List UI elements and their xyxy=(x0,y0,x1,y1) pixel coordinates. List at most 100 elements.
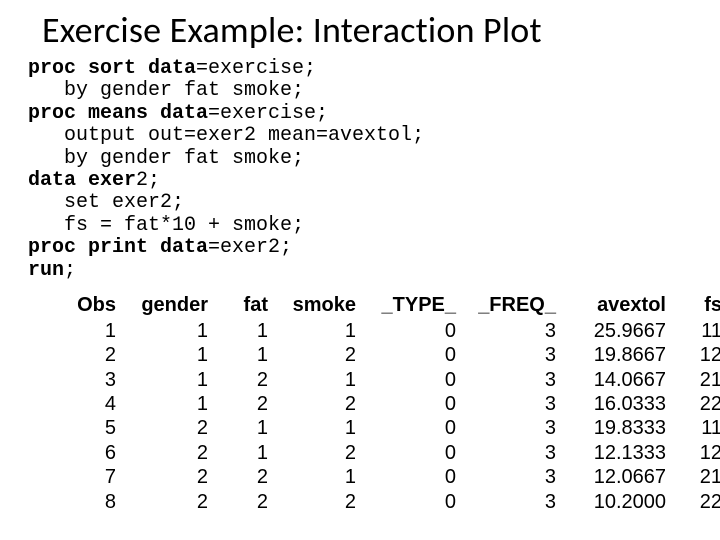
cell-obs: 4 xyxy=(62,392,126,416)
cell-fat: 1 xyxy=(218,319,278,343)
table-row: 31210314.066721 xyxy=(62,368,720,392)
table-row: 82220310.200022 xyxy=(62,490,720,514)
table-header-row: Obs gender fat smoke _TYPE_ _FREQ_ avext… xyxy=(62,294,720,319)
cell-obs: 7 xyxy=(62,465,126,489)
cell-type: 0 xyxy=(366,368,466,392)
cell-avextol: 12.1333 xyxy=(566,441,676,465)
cell-fs: 22 xyxy=(676,392,720,416)
cell-fat: 2 xyxy=(218,368,278,392)
code-text: 2; xyxy=(136,169,160,192)
cell-type: 0 xyxy=(366,392,466,416)
code-text: by gender fat smoke; xyxy=(28,79,304,102)
col-header-freq: _FREQ_ xyxy=(466,294,566,319)
cell-fat: 1 xyxy=(218,416,278,440)
sas-code-block: proc sort data=exercise; by gender fat s… xyxy=(28,58,692,282)
cell-smoke: 1 xyxy=(278,465,366,489)
code-text: =exercise; xyxy=(208,102,328,125)
cell-type: 0 xyxy=(366,319,466,343)
code-text: ; xyxy=(64,259,76,282)
cell-fat: 2 xyxy=(218,465,278,489)
cell-gender: 1 xyxy=(126,319,218,343)
cell-fat: 2 xyxy=(218,490,278,514)
code-kw: proc print data xyxy=(28,236,208,259)
output-table-wrap: Obs gender fat smoke _TYPE_ _FREQ_ avext… xyxy=(62,294,692,514)
cell-fs: 22 xyxy=(676,490,720,514)
table-row: 52110319.833311 xyxy=(62,416,720,440)
col-header-fs: fs xyxy=(676,294,720,319)
slide: Exercise Example: Interaction Plot proc … xyxy=(0,0,720,540)
code-text: 10 xyxy=(172,214,196,237)
cell-freq: 3 xyxy=(466,465,566,489)
col-header-smoke: smoke xyxy=(278,294,366,319)
cell-fat: 1 xyxy=(218,343,278,367)
col-header-obs: Obs xyxy=(62,294,126,319)
col-header-fat: fat xyxy=(218,294,278,319)
code-text: =exercise; xyxy=(196,57,316,80)
cell-gender: 1 xyxy=(126,368,218,392)
page-title: Exercise Example: Interaction Plot xyxy=(42,8,692,52)
cell-avextol: 10.2000 xyxy=(566,490,676,514)
cell-type: 0 xyxy=(366,343,466,367)
cell-avextol: 19.8333 xyxy=(566,416,676,440)
cell-fs: 21 xyxy=(676,465,720,489)
cell-smoke: 1 xyxy=(278,416,366,440)
cell-obs: 1 xyxy=(62,319,126,343)
cell-gender: 2 xyxy=(126,465,218,489)
cell-fs: 11 xyxy=(676,416,720,440)
col-header-avextol: avextol xyxy=(566,294,676,319)
cell-avextol: 14.0667 xyxy=(566,368,676,392)
table-head: Obs gender fat smoke _TYPE_ _FREQ_ avext… xyxy=(62,294,720,319)
cell-type: 0 xyxy=(366,441,466,465)
cell-smoke: 1 xyxy=(278,368,366,392)
cell-smoke: 2 xyxy=(278,490,366,514)
table-row: 41220316.033322 xyxy=(62,392,720,416)
cell-avextol: 25.9667 xyxy=(566,319,676,343)
cell-obs: 8 xyxy=(62,490,126,514)
table-row: 62120312.133312 xyxy=(62,441,720,465)
code-kw: proc sort data xyxy=(28,57,196,80)
col-header-gender: gender xyxy=(126,294,218,319)
cell-freq: 3 xyxy=(466,490,566,514)
cell-smoke: 2 xyxy=(278,392,366,416)
cell-type: 0 xyxy=(366,465,466,489)
cell-fs: 21 xyxy=(676,368,720,392)
table-row: 11110325.966711 xyxy=(62,319,720,343)
cell-fat: 2 xyxy=(218,392,278,416)
cell-fs: 12 xyxy=(676,343,720,367)
cell-type: 0 xyxy=(366,416,466,440)
code-text: =exer2; xyxy=(208,236,292,259)
cell-type: 0 xyxy=(366,490,466,514)
cell-gender: 1 xyxy=(126,392,218,416)
cell-freq: 3 xyxy=(466,392,566,416)
code-text: set exer2; xyxy=(28,191,184,214)
cell-avextol: 19.8667 xyxy=(566,343,676,367)
code-text: output out=exer2 mean=avextol; xyxy=(28,124,424,147)
cell-freq: 3 xyxy=(466,319,566,343)
cell-fs: 12 xyxy=(676,441,720,465)
cell-freq: 3 xyxy=(466,441,566,465)
col-header-type: _TYPE_ xyxy=(366,294,466,319)
cell-fs: 11 xyxy=(676,319,720,343)
table-body: 11110325.96671121120319.86671231210314.0… xyxy=(62,319,720,514)
cell-freq: 3 xyxy=(466,368,566,392)
cell-obs: 3 xyxy=(62,368,126,392)
cell-fat: 1 xyxy=(218,441,278,465)
cell-smoke: 2 xyxy=(278,343,366,367)
cell-avextol: 12.0667 xyxy=(566,465,676,489)
code-kw: proc means data xyxy=(28,102,208,125)
cell-freq: 3 xyxy=(466,416,566,440)
table-row: 21120319.866712 xyxy=(62,343,720,367)
code-kw: run xyxy=(28,259,64,282)
cell-freq: 3 xyxy=(466,343,566,367)
cell-obs: 6 xyxy=(62,441,126,465)
code-text: by gender fat smoke; xyxy=(28,147,304,170)
cell-gender: 2 xyxy=(126,416,218,440)
code-text: fs = fat* xyxy=(28,214,172,237)
cell-avextol: 16.0333 xyxy=(566,392,676,416)
output-table: Obs gender fat smoke _TYPE_ _FREQ_ avext… xyxy=(62,294,720,514)
cell-obs: 5 xyxy=(62,416,126,440)
cell-gender: 1 xyxy=(126,343,218,367)
cell-smoke: 1 xyxy=(278,319,366,343)
cell-gender: 2 xyxy=(126,441,218,465)
cell-gender: 2 xyxy=(126,490,218,514)
